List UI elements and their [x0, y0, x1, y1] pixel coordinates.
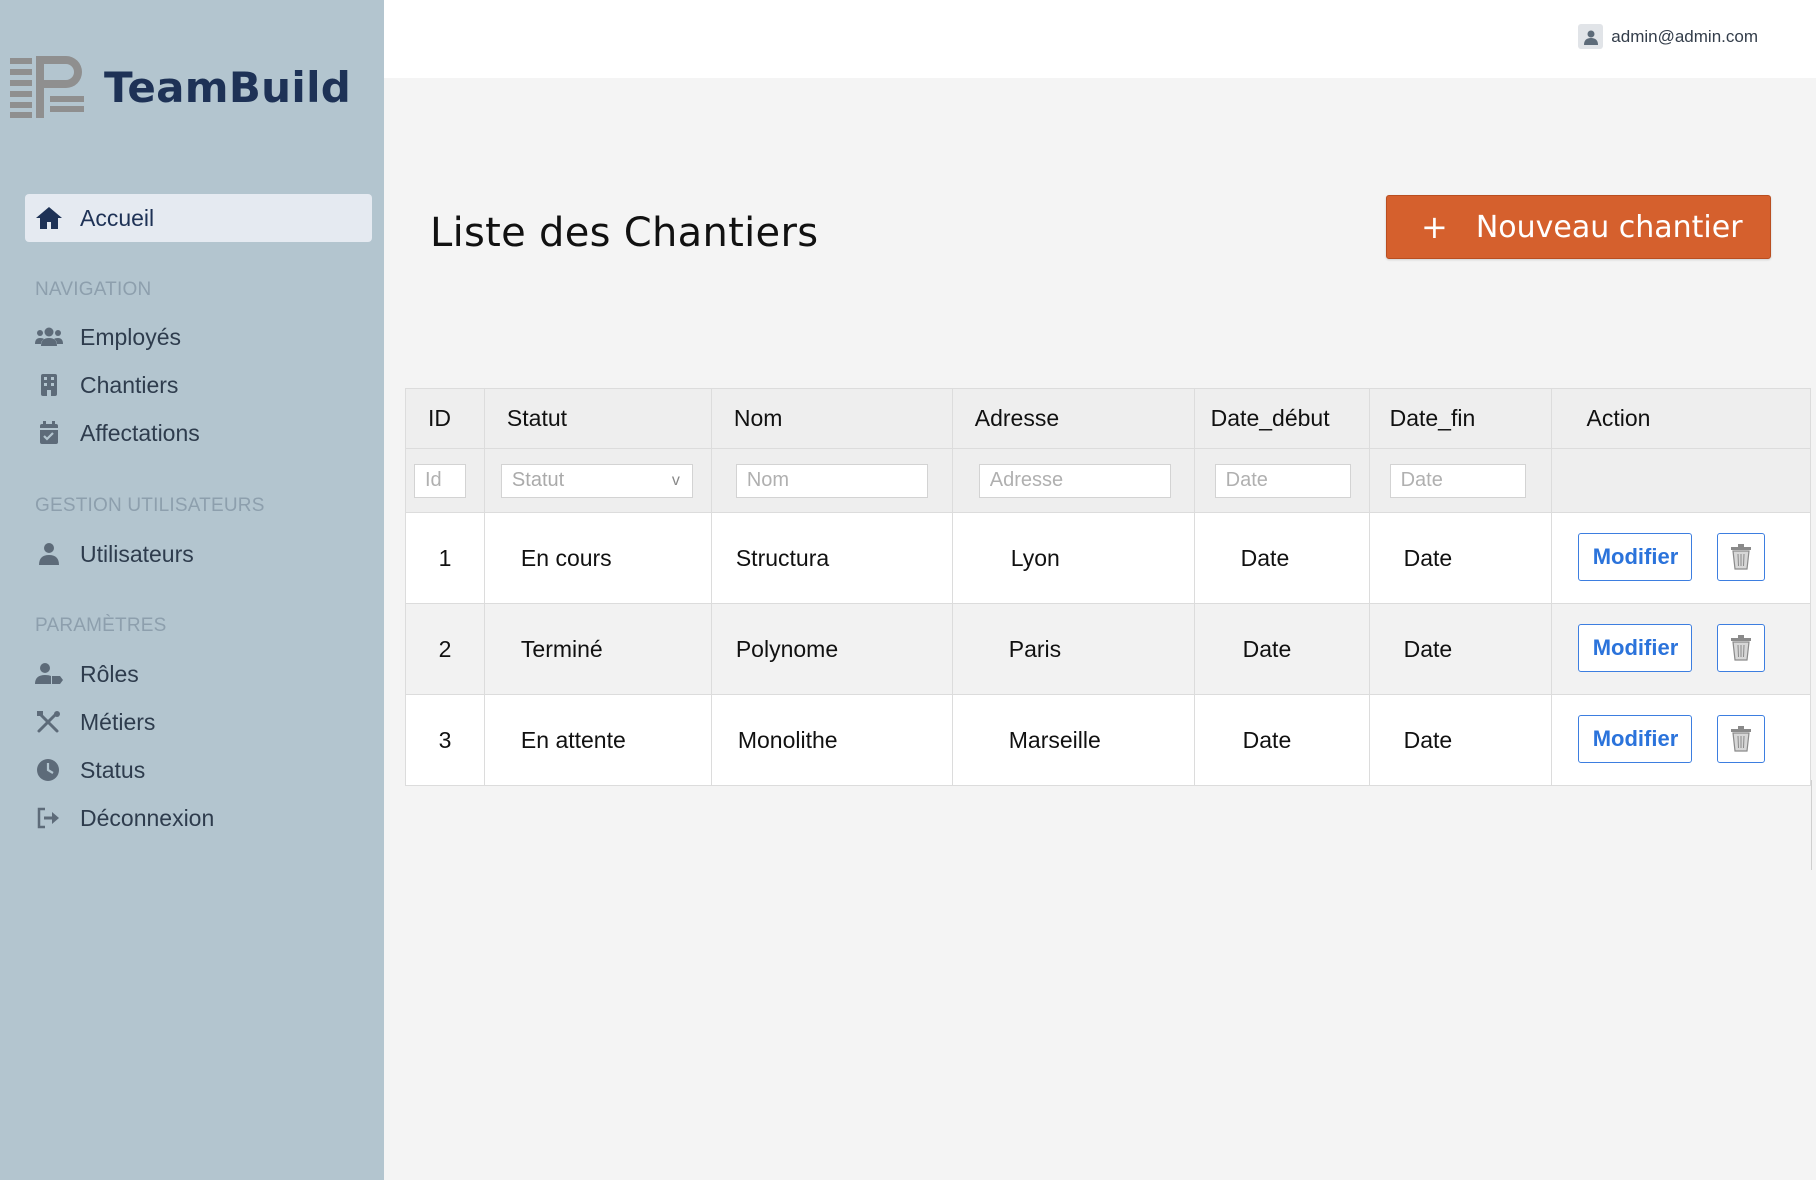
- section-title-parametres: PARAMÈTRES: [35, 615, 167, 636]
- column-header-statut[interactable]: Statut: [483, 388, 712, 449]
- cell-adresse: Paris: [951, 603, 1195, 695]
- sidebar-item-label: Déconnexion: [80, 804, 215, 831]
- sidebar-item-utilisateurs[interactable]: Utilisateurs: [35, 538, 365, 570]
- cell-date-fin: Date: [1368, 512, 1553, 604]
- sidebar-item-chantiers[interactable]: Chantiers: [35, 369, 365, 401]
- cell-date-debut: Date: [1193, 512, 1370, 604]
- teambuild-logo-icon: [10, 56, 84, 118]
- cell-statut: Terminé: [483, 603, 712, 695]
- user-menu[interactable]: admin@admin.com: [1578, 24, 1758, 49]
- home-icon: [35, 206, 63, 230]
- filter-row: Statut v: [405, 448, 1811, 513]
- column-header-adresse[interactable]: Adresse: [951, 388, 1195, 449]
- edit-button[interactable]: Modifier: [1578, 533, 1693, 581]
- sidebar-item-status[interactable]: Status: [35, 754, 365, 786]
- delete-button[interactable]: [1717, 533, 1766, 581]
- user-avatar-icon: [1578, 24, 1604, 49]
- new-chantier-button[interactable]: + Nouveau chantier: [1386, 195, 1771, 259]
- table-header-row: ID Statut Nom Adresse Date_début Date_fi…: [405, 388, 1811, 449]
- section-title-navigation: NAVIGATION: [35, 279, 152, 300]
- cell-date-fin: Date: [1368, 603, 1553, 695]
- user-email: admin@admin.com: [1611, 26, 1758, 46]
- logout-icon: [35, 805, 63, 831]
- trash-icon: [1731, 635, 1752, 661]
- cell-action: Modifier: [1551, 603, 1811, 695]
- delete-button[interactable]: [1717, 624, 1766, 672]
- sidebar-item-label: Métiers: [80, 708, 156, 735]
- sidebar-item-accueil[interactable]: Accueil: [25, 194, 372, 242]
- sidebar-item-label: Utilisateurs: [80, 540, 194, 567]
- plus-icon: +: [1421, 208, 1448, 246]
- chevron-down-icon: v: [671, 471, 680, 489]
- cell-adresse: Lyon: [951, 512, 1195, 604]
- filter-statut-select[interactable]: Statut v: [500, 463, 693, 498]
- sidebar-item-roles[interactable]: Rôles: [35, 658, 365, 690]
- sidebar-item-deconnexion[interactable]: Déconnexion: [35, 802, 365, 834]
- cell-date-fin: Date: [1368, 694, 1553, 786]
- user-tag-icon: [35, 661, 63, 687]
- top-bar: admin@admin.com: [384, 0, 1816, 78]
- edit-button[interactable]: Modifier: [1578, 715, 1693, 763]
- sidebar-item-metiers[interactable]: Métiers: [35, 706, 365, 738]
- cell-action: Modifier: [1551, 512, 1811, 604]
- cell-id: 2: [405, 603, 485, 695]
- new-chantier-label: Nouveau chantier: [1475, 209, 1743, 245]
- sidebar-item-label: Accueil: [80, 204, 155, 231]
- cell-id: 3: [405, 694, 485, 786]
- tools-icon: [35, 709, 63, 735]
- column-header-action: Action: [1551, 388, 1811, 449]
- column-header-id[interactable]: ID: [405, 388, 485, 449]
- trash-icon: [1731, 544, 1752, 570]
- sidebar-item-employes[interactable]: Employés: [35, 321, 365, 353]
- filter-statut-placeholder: Statut: [511, 469, 565, 491]
- filter-date-fin-input[interactable]: [1389, 463, 1526, 498]
- filter-nom-input[interactable]: [735, 463, 928, 498]
- delete-button[interactable]: [1717, 715, 1766, 763]
- table-row: 3 En attente Monolithe Marseille Date Da…: [405, 694, 1811, 786]
- users-icon: [35, 324, 63, 350]
- clock-icon: [35, 757, 63, 783]
- filter-adresse-input[interactable]: [978, 463, 1171, 498]
- sidebar-item-label: Rôles: [80, 660, 139, 687]
- user-icon: [35, 541, 63, 567]
- trash-icon: [1731, 726, 1752, 752]
- cell-adresse: Marseille: [951, 694, 1195, 786]
- building-icon: [35, 372, 63, 398]
- column-header-date-debut[interactable]: Date_début: [1193, 388, 1370, 449]
- cell-action: Modifier: [1551, 694, 1811, 786]
- cell-date-debut: Date: [1193, 603, 1370, 695]
- table-row: 2 Terminé Polynome Paris Date Date Modif…: [405, 603, 1811, 695]
- calendar-check-icon: [35, 420, 63, 446]
- chantiers-table: ID Statut Nom Adresse Date_début Date_fi…: [405, 388, 1811, 786]
- brand[interactable]: TeamBuild: [10, 56, 351, 118]
- cell-nom: Monolithe: [710, 694, 953, 786]
- table-row: 1 En cours Structura Lyon Date Date Modi…: [405, 512, 1811, 604]
- cell-nom: Structura: [710, 512, 953, 604]
- brand-name: TeamBuild: [104, 62, 352, 112]
- filter-id-input[interactable]: [414, 463, 466, 498]
- page-title: Liste des Chantiers: [430, 210, 819, 256]
- sidebar-item-label: Employés: [80, 323, 181, 350]
- edit-button[interactable]: Modifier: [1578, 624, 1693, 672]
- sidebar-item-affectations[interactable]: Affectations: [35, 417, 365, 449]
- sidebar-item-label: Chantiers: [80, 371, 179, 398]
- filter-date-debut-input[interactable]: [1214, 463, 1351, 498]
- column-header-date-fin[interactable]: Date_fin: [1368, 388, 1553, 449]
- cell-id: 1: [405, 512, 485, 604]
- cell-statut: En attente: [483, 694, 712, 786]
- sidebar: TeamBuild Accueil NAVIGATION Employés Ch…: [0, 0, 384, 1180]
- sidebar-item-label: Status: [80, 756, 146, 783]
- sidebar-item-label: Affectations: [80, 419, 200, 446]
- divider: [1811, 780, 1812, 870]
- cell-date-debut: Date: [1193, 694, 1370, 786]
- cell-nom: Polynome: [710, 603, 953, 695]
- section-title-gestion-utilisateurs: GESTION UTILISATEURS: [35, 495, 265, 516]
- column-header-nom[interactable]: Nom: [710, 388, 953, 449]
- cell-statut: En cours: [483, 512, 712, 604]
- filter-action-empty: [1551, 448, 1811, 513]
